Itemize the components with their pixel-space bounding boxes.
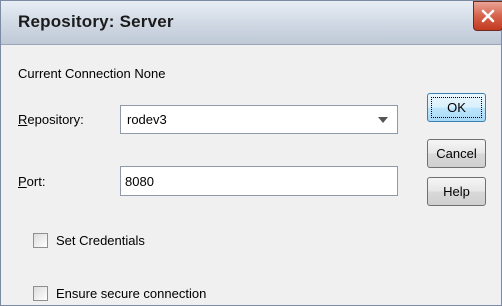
port-label-rest: ort: — [26, 174, 46, 189]
port-label: Port: — [18, 174, 45, 189]
repository-combobox[interactable]: rodev3 — [120, 105, 398, 134]
window-title: Repository: Server — [18, 12, 174, 31]
port-label-mnemonic: P — [18, 174, 27, 189]
chevron-down-icon[interactable] — [369, 106, 397, 133]
repository-label-mnemonic: R — [18, 112, 28, 127]
cancel-button-label: Cancel — [436, 146, 477, 161]
cancel-button[interactable]: Cancel — [427, 139, 486, 168]
port-value: 8080 — [125, 174, 154, 189]
repository-label: Repository: — [18, 112, 84, 127]
set-credentials-checkbox[interactable] — [33, 233, 48, 248]
set-credentials-label[interactable]: Set Credentials — [56, 233, 145, 248]
repository-value: rodev3 — [127, 112, 167, 127]
help-button-label: Help — [443, 184, 470, 199]
ok-button[interactable]: OK — [427, 93, 486, 122]
close-icon — [481, 9, 495, 23]
ensure-secure-label[interactable]: Ensure secure connection — [56, 286, 206, 301]
port-input[interactable]: 8080 — [120, 166, 398, 196]
repository-label-rest: epository: — [27, 112, 84, 127]
ok-button-label: OK — [447, 100, 466, 115]
close-button[interactable] — [473, 1, 502, 31]
help-button[interactable]: Help — [427, 177, 486, 206]
title-bar[interactable]: Repository: Server — [1, 1, 502, 45]
ensure-secure-checkbox[interactable] — [33, 286, 48, 301]
repository-server-dialog: Repository: Server Current Connection No… — [0, 0, 502, 306]
current-connection-text: Current Connection None — [18, 66, 166, 81]
